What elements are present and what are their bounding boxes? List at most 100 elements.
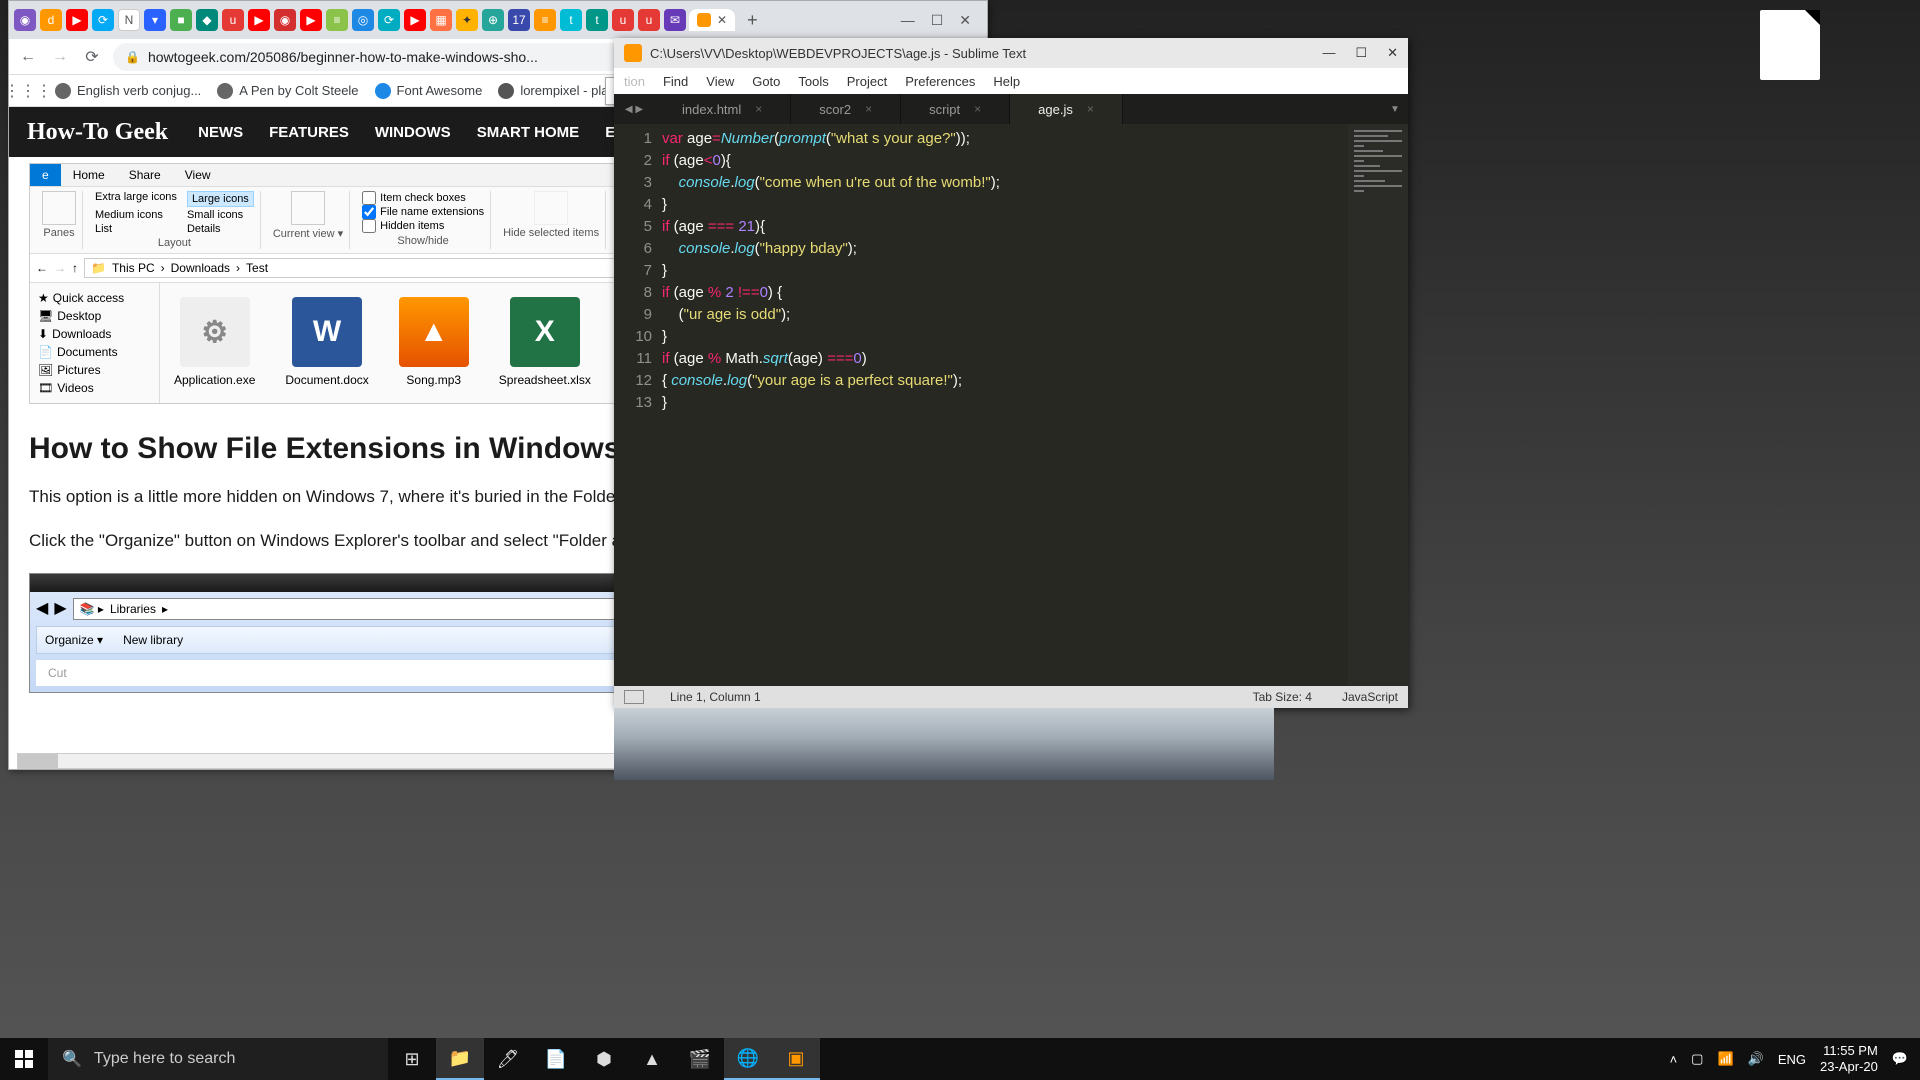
file-item[interactable]: ⚙Application.exe xyxy=(174,297,255,389)
back-button[interactable]: ← xyxy=(17,46,39,68)
file-item[interactable]: ▲Song.mp3 xyxy=(399,297,469,389)
taskbar-clock[interactable]: 11:55 PM 23-Apr-20 xyxy=(1820,1043,1878,1074)
tab-favicon[interactable]: ▶ xyxy=(248,9,270,31)
editor-tab[interactable]: index.html× xyxy=(654,94,791,124)
close-tab-icon[interactable]: × xyxy=(974,102,981,116)
tab-favicon[interactable]: ▾ xyxy=(144,9,166,31)
nav-link[interactable]: WINDOWS xyxy=(375,124,451,141)
navpane-pictures[interactable]: 🖼 Pictures xyxy=(34,361,155,379)
ribbon-tab-view[interactable]: View xyxy=(173,164,223,186)
nav-back-icon[interactable]: ◀ xyxy=(36,598,48,620)
bookmark-item[interactable]: English verb conjug... xyxy=(55,83,201,99)
tray-chevron-icon[interactable]: ˄ xyxy=(1670,1052,1678,1067)
taskbar-app[interactable]: 📄 xyxy=(532,1038,580,1080)
bookmark-item[interactable]: Font Awesome xyxy=(375,83,483,99)
tab-favicon[interactable]: ▶ xyxy=(404,9,426,31)
editor-tab-active[interactable]: age.js× xyxy=(1010,94,1123,124)
taskbar-search[interactable]: 🔍 Type here to search xyxy=(48,1038,388,1080)
navpane-documents[interactable]: 📄 Documents xyxy=(34,343,155,361)
close-tab-icon[interactable]: × xyxy=(755,102,762,116)
minimize-icon[interactable]: — xyxy=(901,12,915,29)
taskbar-app[interactable]: 🖊 xyxy=(484,1038,532,1080)
tab-favicon[interactable]: ◉ xyxy=(274,9,296,31)
notifications-icon[interactable]: 💬 xyxy=(1892,1051,1908,1067)
checkbox-hidden[interactable] xyxy=(362,219,376,233)
tab-favicon[interactable]: ◎ xyxy=(352,9,374,31)
taskbar-app-sublime[interactable]: ▣ xyxy=(772,1038,820,1080)
tab-favicon[interactable]: ◆ xyxy=(196,9,218,31)
close-tab-icon[interactable]: × xyxy=(865,102,872,116)
nav-up-icon[interactable]: ↑ xyxy=(72,261,78,275)
reload-button[interactable]: ⟳ xyxy=(81,46,103,68)
taskbar-app[interactable]: 🎬 xyxy=(676,1038,724,1080)
volume-icon[interactable]: 🔊 xyxy=(1748,1051,1764,1067)
close-icon[interactable]: ✕ xyxy=(959,12,971,29)
editor-tab[interactable]: script× xyxy=(901,94,1010,124)
menu-item[interactable]: Help xyxy=(993,74,1020,89)
close-tab-icon[interactable]: × xyxy=(1087,102,1094,116)
nav-back-icon[interactable]: ← xyxy=(36,261,48,275)
tab-favicon[interactable]: u xyxy=(612,9,634,31)
battery-icon[interactable]: ▢ xyxy=(1691,1051,1703,1067)
file-item[interactable]: WDocument.docx xyxy=(285,297,368,389)
maximize-icon[interactable]: ☐ xyxy=(931,12,944,29)
tab-favicon[interactable]: u xyxy=(638,9,660,31)
tab-size[interactable]: Tab Size: 4 xyxy=(1253,690,1312,704)
tab-favicon[interactable]: ◉ xyxy=(14,9,36,31)
navpane-desktop[interactable]: 🖥 Desktop xyxy=(34,307,155,325)
nav-link[interactable]: SMART HOME xyxy=(477,124,580,141)
tab-favicon[interactable]: u xyxy=(222,9,244,31)
file-item[interactable]: XSpreadsheet.xlsx xyxy=(499,297,591,389)
tab-favicon[interactable]: t xyxy=(586,9,608,31)
tab-favicon[interactable]: ≡ xyxy=(534,9,556,31)
new-library-button[interactable]: New library xyxy=(123,633,183,647)
menu-item[interactable]: tion xyxy=(624,74,645,89)
status-icon[interactable] xyxy=(624,690,644,704)
tab-favicon[interactable]: ■ xyxy=(170,9,192,31)
tab-favicon[interactable]: ✦ xyxy=(456,9,478,31)
start-button[interactable] xyxy=(0,1038,48,1080)
editor-tab[interactable]: scor2× xyxy=(791,94,901,124)
tab-favicon[interactable]: ✉ xyxy=(664,9,686,31)
menu-item[interactable]: Project xyxy=(847,74,887,89)
minimize-icon[interactable]: — xyxy=(1322,45,1335,61)
nav-fwd-icon[interactable]: ▶ xyxy=(54,598,66,620)
desktop-file-icon[interactable] xyxy=(1760,10,1820,80)
taskbar-app-chrome[interactable]: 🌐 xyxy=(724,1038,772,1080)
ribbon-tab-file[interactable]: e xyxy=(30,164,61,186)
nav-link[interactable]: FEATURES xyxy=(269,124,349,141)
close-tab-icon[interactable]: ✕ xyxy=(717,13,727,27)
tab-favicon[interactable]: ⊕ xyxy=(482,9,504,31)
code-content[interactable]: var age=Number(prompt("what s your age?"… xyxy=(662,124,1408,686)
nav-fwd-icon[interactable]: → xyxy=(54,261,66,275)
taskbar-app-explorer[interactable]: 📁 xyxy=(436,1038,484,1080)
navpane-videos[interactable]: 🎞 Videos xyxy=(34,379,155,397)
ribbon-tab-home[interactable]: Home xyxy=(61,164,117,186)
tab-favicon[interactable]: ⟳ xyxy=(378,9,400,31)
minimap[interactable] xyxy=(1348,124,1408,686)
checkbox-item-check[interactable] xyxy=(362,191,376,205)
menu-item[interactable]: Find xyxy=(663,74,688,89)
taskbar-app[interactable]: ⬢ xyxy=(580,1038,628,1080)
tab-favicon[interactable]: N xyxy=(118,9,140,31)
tab-dropdown-icon[interactable]: ▼ xyxy=(1382,94,1408,124)
apps-button[interactable]: ⋮⋮⋮ xyxy=(17,80,39,102)
nav-link[interactable]: NEWS xyxy=(198,124,243,141)
tab-favicon[interactable]: ≡ xyxy=(326,9,348,31)
tab-favicon[interactable]: t xyxy=(560,9,582,31)
tab-favicon[interactable]: ▶ xyxy=(300,9,322,31)
tab-favicon[interactable]: ⟳ xyxy=(92,9,114,31)
navpane-downloads[interactable]: ⬇ Downloads xyxy=(34,325,155,343)
ribbon-tab-share[interactable]: Share xyxy=(117,164,173,186)
tab-favicon[interactable]: ▶ xyxy=(66,9,88,31)
site-logo[interactable]: How-To Geek xyxy=(27,119,168,146)
maximize-icon[interactable]: ☐ xyxy=(1355,45,1367,61)
checkbox-filename-ext[interactable] xyxy=(362,205,376,219)
syntax-language[interactable]: JavaScript xyxy=(1342,690,1398,704)
menu-item[interactable]: Tools xyxy=(798,74,828,89)
menu-item[interactable]: View xyxy=(706,74,734,89)
menu-item[interactable]: Goto xyxy=(752,74,780,89)
language-indicator[interactable]: ENG xyxy=(1778,1052,1806,1067)
organize-button[interactable]: Organize ▾ xyxy=(45,633,103,647)
code-editor[interactable]: 12345678910111213 var age=Number(prompt(… xyxy=(614,124,1408,686)
